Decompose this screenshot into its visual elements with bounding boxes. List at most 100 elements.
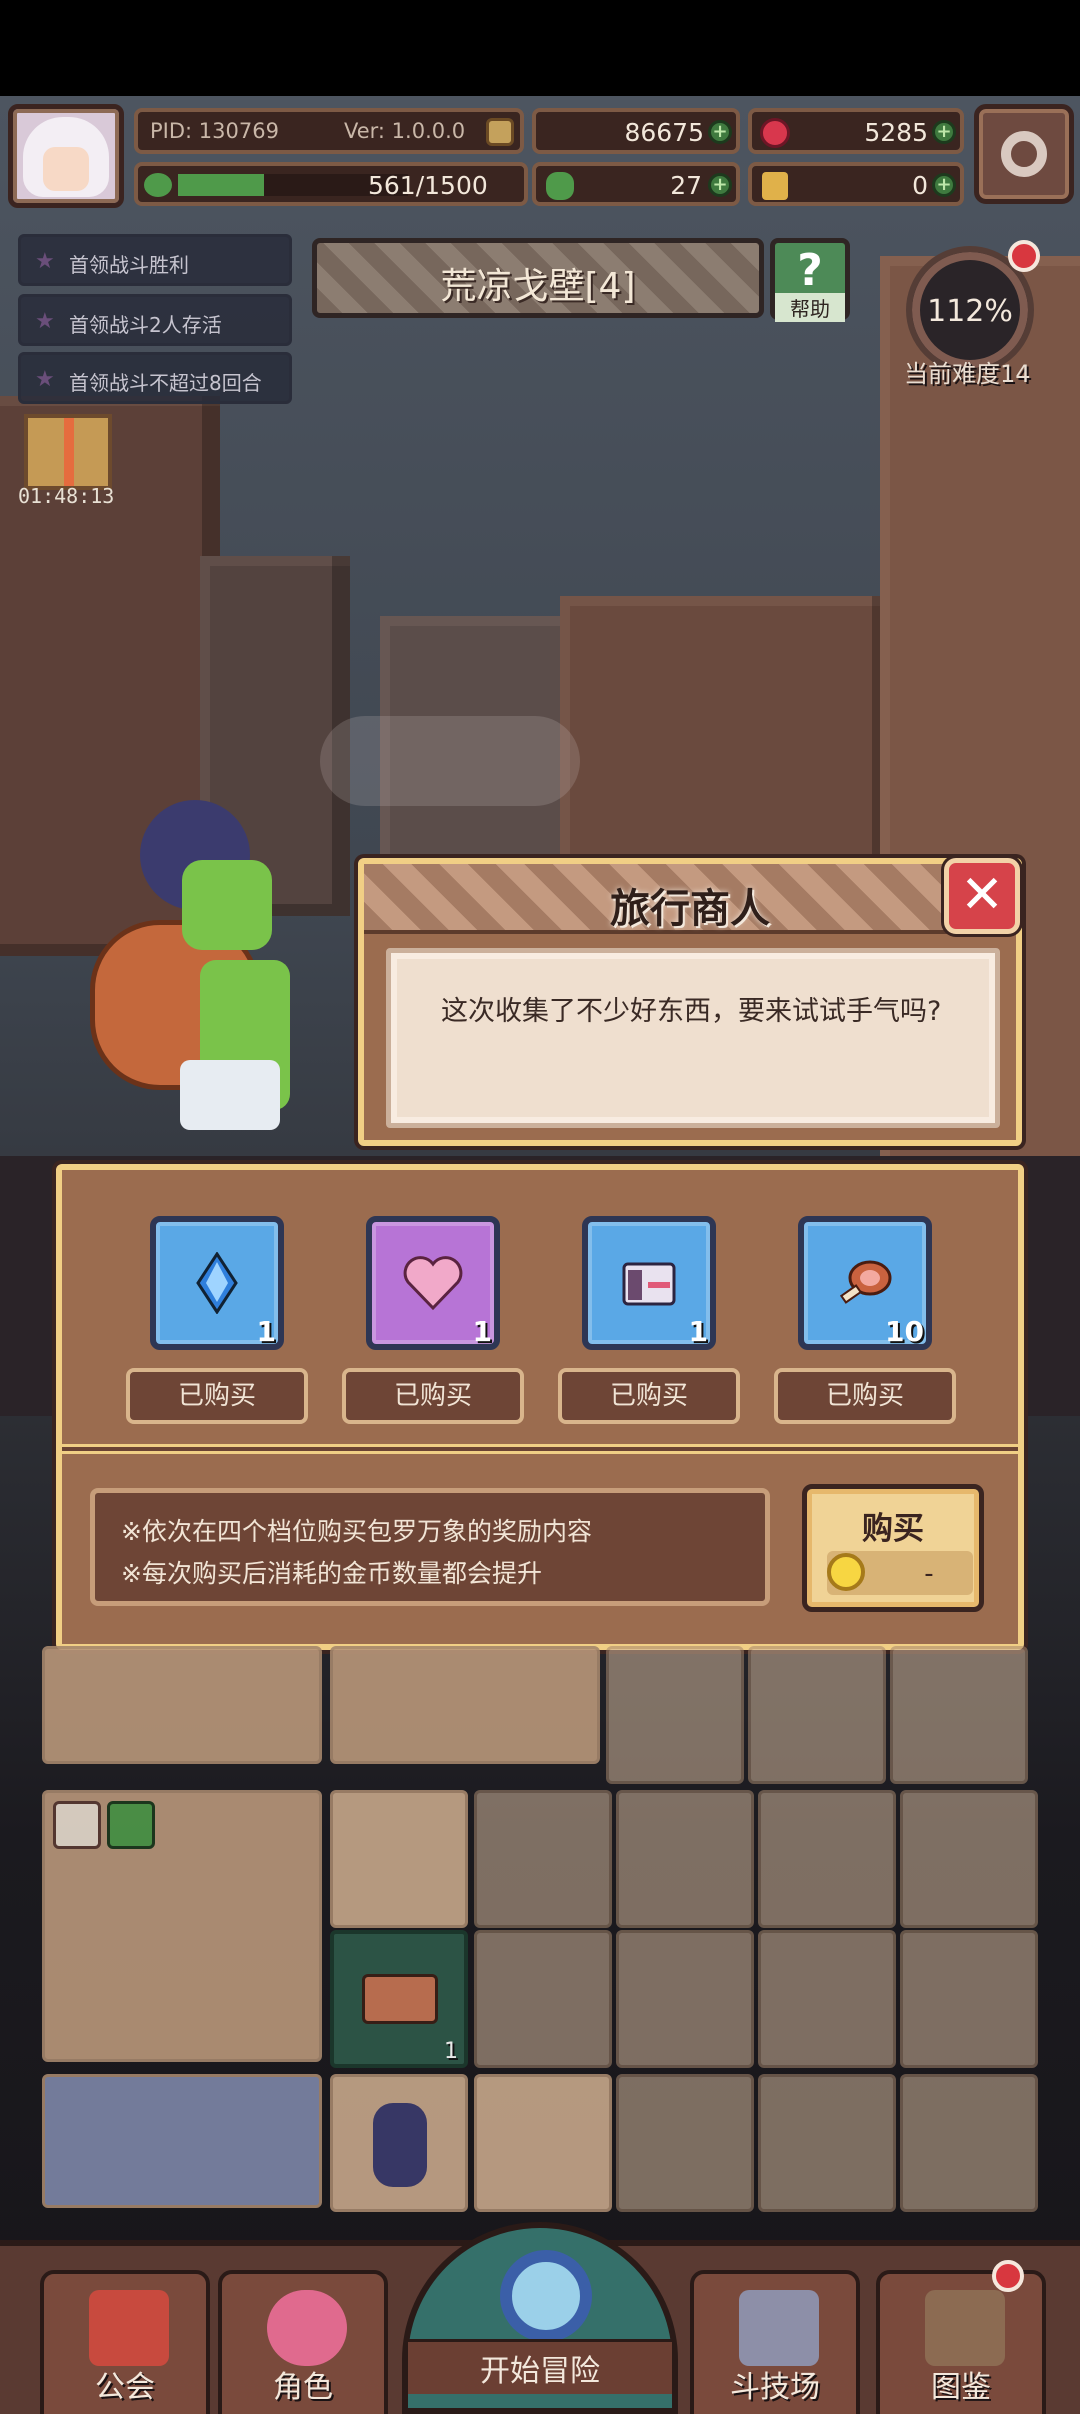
key-value: 0 — [912, 171, 928, 200]
map-tile[interactable] — [748, 1646, 886, 1784]
help-button[interactable]: ? 帮助 — [770, 238, 850, 322]
buy-price: - — [924, 1559, 934, 1589]
question-icon: ? — [797, 245, 823, 296]
map-tile[interactable] — [758, 2074, 896, 2212]
buy-label: 购买 — [862, 1511, 924, 1547]
nav-arena-label: 斗技场 — [730, 2370, 820, 2405]
quest-label: 首领战斗胜利 — [69, 253, 189, 277]
shop-panel: 1 1 1 10 已购买 已购买 已购买 已购买 ※依次在四个档位购买包罗万象的… — [56, 1164, 1024, 1650]
map-tile-fog[interactable] — [42, 2074, 322, 2208]
tile-quantity: 1 — [444, 2039, 458, 2064]
exp-leaf-icon — [144, 173, 172, 197]
clover-icon — [546, 172, 574, 200]
quest-item: ★ 首领战斗2人存活 — [18, 294, 292, 346]
map-tile[interactable] — [900, 1790, 1038, 1928]
location-title: 荒凉戈壁[4] — [440, 266, 636, 307]
map-tile-treasure[interactable]: 1 — [330, 1930, 468, 2068]
nav-character[interactable]: 角色 — [218, 2270, 388, 2414]
map-tile[interactable] — [474, 2074, 612, 2212]
map-tile-log[interactable] — [330, 1646, 600, 1764]
ruby-icon — [760, 118, 790, 148]
map-tile[interactable] — [616, 1790, 754, 1928]
nav-guild-label: 公会 — [95, 2370, 155, 2405]
key-icon — [762, 172, 788, 200]
clover-value: 27 — [670, 171, 702, 200]
dialog-title: 旅行商人 — [610, 886, 770, 932]
close-button[interactable]: ✕ — [944, 858, 1020, 934]
pink-heart-icon — [403, 1256, 463, 1311]
star-icon: ★ — [35, 309, 55, 334]
blue-crystal-icon — [196, 1252, 238, 1314]
gift-box-icon[interactable] — [24, 414, 112, 490]
add-key-icon[interactable]: + — [932, 173, 956, 197]
add-clover-icon[interactable]: + — [708, 173, 732, 197]
map-tile-boulder[interactable] — [42, 1790, 322, 2062]
shop-slot[interactable]: 1 — [582, 1216, 716, 1350]
purchased-label: 已购买 — [558, 1368, 740, 1424]
gold-counter[interactable]: 86675 + — [532, 108, 740, 154]
gold-value: 86675 — [624, 118, 704, 147]
nav-character-label: 角色 — [273, 2370, 333, 2405]
settings-gear-icon[interactable] — [974, 104, 1074, 204]
notification-dot — [992, 2260, 1024, 2292]
chest-icon — [622, 1262, 676, 1306]
exp-fill — [178, 174, 265, 196]
map-tile[interactable] — [606, 1646, 744, 1784]
map-tile[interactable] — [758, 1930, 896, 2068]
status-icon — [53, 1801, 101, 1849]
nav-codex[interactable]: 图鉴 — [876, 2270, 1046, 2414]
exp-bar: 561/1500 — [134, 162, 528, 206]
help-label: 帮助 — [775, 293, 845, 322]
clover-counter[interactable]: 27 + — [532, 162, 740, 206]
map-tile-player[interactable] — [330, 2074, 468, 2212]
map-tile[interactable] — [616, 1930, 754, 2068]
gem-counter[interactable]: 5285 + — [748, 108, 964, 154]
difficulty-percent: 112% — [927, 294, 1013, 329]
shop-info-box: ※依次在四个档位购买包罗万象的奖励内容 ※每次购买后消耗的金币数量都会提升 — [90, 1488, 770, 1606]
magnifier-icon — [500, 2250, 592, 2342]
star-icon: ★ — [35, 367, 55, 392]
map-tile[interactable] — [900, 1930, 1038, 2068]
character-portrait-icon — [267, 2290, 347, 2366]
nav-arena[interactable]: 斗技场 — [690, 2270, 860, 2414]
quest-label: 首领战斗2人存活 — [69, 313, 222, 337]
cloud — [320, 716, 580, 806]
map-tile[interactable] — [890, 1646, 1028, 1784]
map-tile-cactus[interactable] — [42, 1646, 322, 1764]
gem-value: 5285 — [864, 118, 928, 147]
quest-item: ★ 首领战斗不超过8回合 — [18, 352, 292, 404]
shop-slot[interactable]: 1 — [150, 1216, 284, 1350]
inventory-grid: 1 — [30, 1640, 1060, 2228]
difficulty-label: 当前难度14 — [904, 360, 1031, 388]
shop-slot[interactable]: 10 — [798, 1216, 932, 1350]
add-gold-icon[interactable]: + — [708, 120, 732, 144]
map-tile[interactable] — [616, 2074, 754, 2212]
crossed-swords-icon — [739, 2290, 819, 2366]
notification-dot — [1008, 240, 1040, 272]
map-tile[interactable] — [474, 1790, 612, 1928]
add-gem-icon[interactable]: + — [932, 120, 956, 144]
exp-value: 561/1500 — [368, 171, 488, 200]
start-adventure-label: 开始冒险 — [408, 2339, 672, 2394]
merchant-character — [90, 800, 320, 1160]
map-tile[interactable] — [900, 2074, 1038, 2212]
quest-item: ★ 首领战斗胜利 — [18, 234, 292, 286]
dialog-header: 旅行商人 — [364, 864, 1016, 934]
map-tile[interactable] — [758, 1790, 896, 1928]
purchased-label: 已购买 — [126, 1368, 308, 1424]
map-tile[interactable] — [330, 1790, 468, 1928]
star-icon: ★ — [35, 249, 55, 274]
nav-codex-label: 图鉴 — [931, 2370, 991, 2405]
key-counter[interactable]: 0 + — [748, 162, 964, 206]
purchased-label: 已购买 — [342, 1368, 524, 1424]
coin-slot-icon — [486, 118, 514, 146]
nav-guild[interactable]: 公会 — [40, 2270, 210, 2414]
gift-timer: 01:48:13 — [18, 484, 115, 508]
shop-slot[interactable]: 1 — [366, 1216, 500, 1350]
map-tile[interactable] — [474, 1930, 612, 2068]
purchased-label: 已购买 — [774, 1368, 956, 1424]
player-avatar[interactable] — [8, 104, 124, 208]
dialog-message: 这次收集了不少好东西，要来试试手气吗? — [386, 948, 1000, 1128]
pid-bar: PID: 130769 Ver: 1.0.0.0 — [134, 108, 524, 154]
buy-button[interactable]: 购买 - — [802, 1484, 984, 1612]
